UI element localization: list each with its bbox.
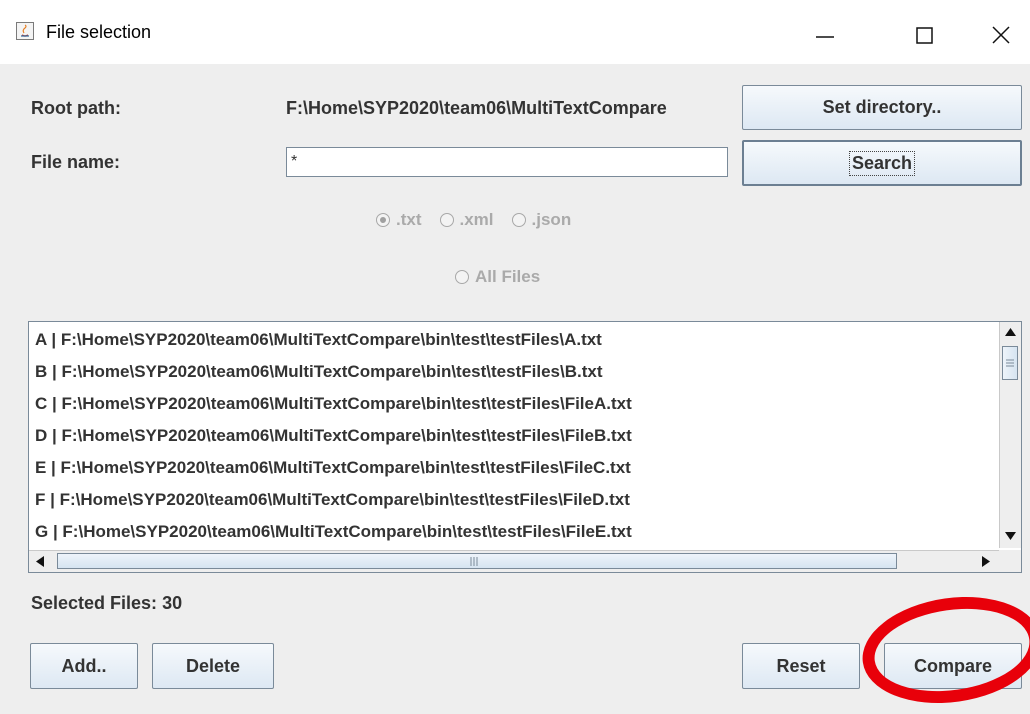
close-icon [992,26,1010,44]
add-button[interactable]: Add.. [30,643,138,689]
radio-all-label: All Files [475,267,541,286]
all-files-filter: All Files [455,267,558,287]
maximize-icon [916,27,933,44]
radio-all-files[interactable]: All Files [455,267,540,287]
scrollbar-corner [999,550,1021,572]
compare-button[interactable]: Compare [884,643,1022,689]
close-button[interactable] [978,16,1024,52]
title-bar: File selection [0,0,1030,64]
list-item[interactable]: C | F:\Home\SYP2020\team06\MultiTextComp… [35,394,632,414]
window-title: File selection [46,22,152,42]
file-type-filter: .txt .xml .json [376,210,589,230]
radio-xml[interactable]: .xml [439,210,494,230]
radio-json[interactable]: .json [511,210,572,230]
add-label: Add.. [61,655,107,676]
reset-label: Reset [776,655,826,676]
scroll-up-icon[interactable] [1005,328,1016,336]
root-path-label: Root path: [31,98,121,118]
radio-icon [511,213,526,227]
vertical-scroll-thumb[interactable] [1002,346,1018,380]
radio-icon [455,270,469,284]
root-path-value: F:\Home\SYP2020\team06\MultiTextCompare [286,98,667,118]
selected-files-count: 30 [162,593,183,613]
horizontal-scrollbar[interactable] [29,550,999,572]
radio-json-label: .json [531,210,572,229]
vertical-scrollbar[interactable] [999,322,1021,548]
radio-xml-label: .xml [459,210,494,229]
delete-label: Delete [185,655,241,676]
grip-icon [1006,359,1014,367]
selected-files-label: Selected Files: 30 [31,593,182,614]
search-button[interactable]: Search [742,140,1022,186]
radio-icon [439,213,454,227]
list-item[interactable]: D | F:\Home\SYP2020\team06\MultiTextComp… [35,426,632,446]
scroll-down-icon[interactable] [1005,532,1016,540]
file-name-input[interactable] [286,147,728,177]
list-item[interactable]: E | F:\Home\SYP2020\team06\MultiTextComp… [35,458,631,478]
radio-selected-icon [376,213,390,227]
minimize-icon [816,36,834,38]
search-label: Search [848,150,916,176]
list-item[interactable]: G | F:\Home\SYP2020\team06\MultiTextComp… [35,522,632,542]
java-app-icon [16,22,34,40]
radio-txt[interactable]: .txt [376,210,422,230]
minimize-button[interactable] [802,16,848,52]
horizontal-scroll-thumb[interactable] [57,553,897,569]
scroll-left-icon[interactable] [36,556,44,567]
selected-files-text: Selected Files: [31,593,158,613]
list-item[interactable]: B | F:\Home\SYP2020\team06\MultiTextComp… [35,362,602,382]
reset-button[interactable]: Reset [742,643,860,689]
list-item[interactable]: A | F:\Home\SYP2020\team06\MultiTextComp… [35,330,602,350]
file-list[interactable]: A | F:\Home\SYP2020\team06\MultiTextComp… [28,321,1022,573]
compare-label: Compare [913,655,993,676]
list-item[interactable]: F | F:\Home\SYP2020\team06\MultiTextComp… [35,490,630,510]
grip-icon [470,557,478,566]
scroll-right-icon[interactable] [982,556,990,567]
radio-txt-label: .txt [396,210,422,229]
maximize-button[interactable] [902,16,948,52]
set-directory-button[interactable]: Set directory.. [742,85,1022,130]
delete-button[interactable]: Delete [152,643,274,689]
set-directory-label: Set directory.. [822,97,942,117]
file-name-label: File name: [31,152,121,172]
